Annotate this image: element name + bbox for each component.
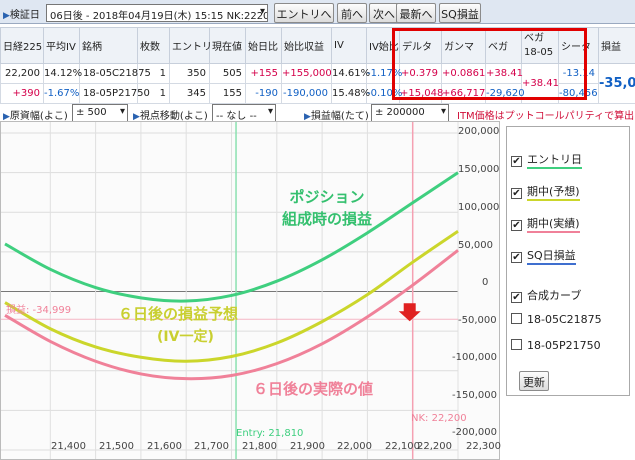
legend-item-entry[interactable]: ✔ エントリ日 — [511, 151, 582, 169]
cell: 155 — [209, 83, 246, 104]
nikkei-value: 22,200 — [0, 63, 44, 84]
view-shift-label: ▶視点移動(よこ) — [133, 111, 208, 122]
y-tick-label: -50,000 — [458, 315, 497, 326]
cell: 350 — [169, 63, 210, 84]
x-tick-label: 22,300 — [466, 441, 501, 452]
col-header: エントリ — [169, 27, 212, 64]
avg-iv-change: -1.67% — [43, 83, 80, 104]
nikkei-change: +390 — [0, 83, 44, 104]
avg-iv-value: 14.12% — [43, 63, 82, 84]
entry-button[interactable]: エントリへ — [274, 3, 334, 23]
current-position-arrow-icon — [398, 303, 421, 322]
triangle-icon: ▶ — [3, 11, 10, 21]
next-button[interactable]: 次へ — [369, 3, 399, 23]
refresh-button[interactable]: 更新 — [519, 371, 549, 391]
price-range-select[interactable]: ± 500 — [72, 104, 128, 122]
x-tick-label: 21,800 — [242, 441, 277, 452]
y-tick-label: -100,000 — [452, 352, 497, 363]
legend-item-call[interactable]: 18-05C21875 — [511, 313, 602, 326]
y-tick-label: 50,000 — [458, 240, 493, 251]
itm-note: ITM価格はプットコールパリティで算出 — [457, 111, 635, 122]
y-tick-label: 100,000 — [458, 202, 500, 213]
checkbox[interactable]: ✔ — [511, 292, 522, 303]
cell: -190 — [245, 83, 282, 104]
checkbox[interactable]: ✔ — [511, 252, 522, 263]
cell: -190,000 — [281, 83, 332, 104]
y-tick-label: 0 — [482, 277, 489, 288]
col-header: 平均IV — [43, 27, 80, 64]
legend-item-actual[interactable]: ✔ 期中(実績) — [511, 215, 580, 233]
cell: 505 — [209, 63, 246, 84]
checkbox[interactable] — [511, 313, 522, 324]
nk-marker-label: NK: 22,200 — [411, 413, 467, 424]
x-tick-label: 22,200 — [417, 441, 452, 452]
date-label: ▶検証日 — [3, 10, 40, 21]
greeks-highlight-box — [392, 28, 587, 100]
checkbox[interactable]: ✔ — [511, 156, 522, 167]
cell: 18-05P21750 — [79, 83, 150, 104]
pnl-marker-label: 損益: -34,999 — [6, 305, 72, 316]
legend-item-composite[interactable]: ✔ 合成カーブ — [511, 287, 581, 303]
pnl-range-select[interactable]: ± 200000 — [371, 104, 449, 122]
y-tick-label: -150,000 — [452, 390, 497, 401]
col-header: 銘柄 — [79, 27, 138, 64]
price-range-label: ▶原資幅(よこ) — [3, 111, 68, 122]
checkbox[interactable]: ✔ — [511, 220, 522, 231]
x-tick-label: 22,000 — [337, 441, 372, 452]
cell: 345 — [169, 83, 210, 104]
legend-item-sq[interactable]: ✔ SQ日損益 — [511, 247, 576, 265]
latest-button[interactable]: 最新へ — [396, 3, 436, 23]
col-header: IV — [331, 27, 367, 64]
cell: +155,000 — [281, 63, 332, 84]
pnl-chart[interactable] — [0, 121, 500, 460]
cell: 15.48% — [331, 83, 370, 104]
x-tick-label: 21,500 — [99, 441, 134, 452]
col-header: 損益 — [598, 27, 635, 64]
x-tick-label: 21,900 — [290, 441, 325, 452]
cell: +155 — [245, 63, 282, 84]
x-tick-label: 21,700 — [194, 441, 229, 452]
date-select[interactable]: 06日後 - 2018年04月19日(木) 15:15 NK:22200 — [46, 4, 268, 22]
x-tick-label: 21,400 — [51, 441, 86, 452]
sq-pnl-button[interactable]: SQ損益 — [439, 3, 481, 23]
pnl-chart-svg — [1, 122, 459, 459]
view-shift-select[interactable]: -- なし -- — [212, 104, 276, 122]
col-header: 枚数 — [137, 27, 170, 64]
prev-button[interactable]: 前へ — [337, 3, 367, 23]
annotation-forecast: ６日後の損益予想 — [118, 305, 239, 323]
checkbox[interactable] — [511, 339, 522, 350]
cell: 14.61% — [331, 63, 370, 84]
col-header: 日経225 — [0, 27, 44, 64]
y-tick-label: -200,000 — [452, 427, 497, 438]
col-header: 現在値 — [209, 27, 246, 64]
x-tick-label: 22,100 — [385, 441, 420, 452]
cell: 18-05C21875 — [79, 63, 151, 84]
y-tick-label: 150,000 — [458, 164, 500, 175]
annotation-actual: ６日後の実際の値 — [253, 380, 374, 398]
annotation-forecast-sub: (IV一定) — [157, 329, 214, 345]
pnl-range-label: ▶損益幅(たて) — [304, 111, 369, 122]
checkbox[interactable]: ✔ — [511, 188, 522, 199]
col-header: 始日比 — [245, 27, 282, 64]
legend-item-put[interactable]: 18-05P21750 — [511, 339, 601, 352]
legend-panel: ✔ エントリ日 ✔ 期中(予想) ✔ 期中(実績) ✔ SQ日損益 ✔ 合成カーブ 18-… — [506, 126, 630, 396]
legend-item-forecast[interactable]: ✔ 期中(予想) — [511, 183, 580, 201]
entry-marker-label: Entry: 21,810 — [236, 428, 304, 439]
y-tick-label: 200,000 — [458, 126, 500, 137]
annotation-position: ポジション 組成時の損益 — [282, 188, 373, 228]
col-header: 始比収益 — [281, 27, 332, 64]
total-pnl: -35,000 — [598, 63, 635, 104]
x-tick-label: 21,600 — [147, 441, 182, 452]
